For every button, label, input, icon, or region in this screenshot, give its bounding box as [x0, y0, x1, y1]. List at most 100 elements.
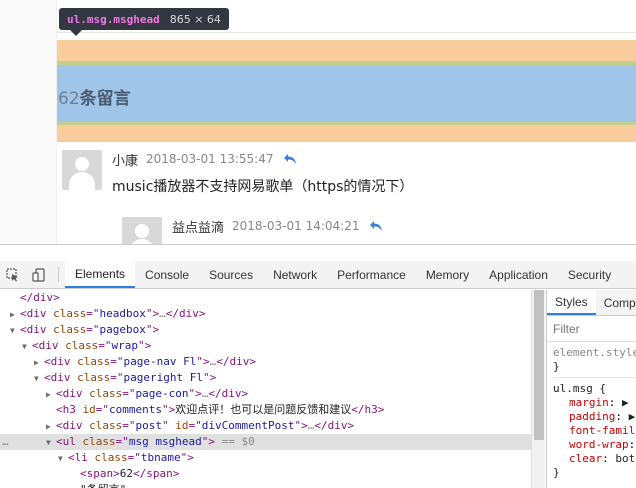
collapse-triangle-icon[interactable]: ▼: [46, 435, 56, 451]
tab-memory[interactable]: Memory: [416, 261, 479, 288]
dom-node[interactable]: ▼ <li class="tbname">: [0, 450, 531, 466]
styles-filter-input[interactable]: [553, 321, 633, 336]
dom-token: ">: [202, 371, 217, 384]
dom-token: msg msghead: [128, 435, 202, 448]
inspector-tooltip-dimensions: 865 × 64: [169, 12, 221, 26]
dom-token: wrap: [111, 339, 139, 352]
dom-token: </div>: [165, 307, 206, 320]
dom-node-selected[interactable]: … ▼ <ul class="msg msghead"> == $0: [0, 434, 531, 450]
styles-pane: Styles Comp element.style } ul.msg { mar…: [546, 290, 636, 488]
dom-token: pageright Fl: [123, 371, 203, 384]
dom-token: <li: [68, 451, 95, 464]
dom-token: id: [175, 419, 189, 432]
dom-node[interactable]: ▶ <div class="page-con">…</div>: [0, 386, 531, 402]
collapse-triangle-icon[interactable]: ▼: [22, 339, 32, 355]
expand-triangle-icon[interactable]: ▶: [34, 355, 44, 371]
dom-token: =": [115, 435, 129, 448]
dom-token: == $0: [214, 435, 255, 448]
css-property-name: margin: [569, 396, 609, 409]
elements-scrollbar[interactable]: [531, 290, 545, 488]
dom-token: ">: [188, 387, 202, 400]
rule-close-brace: }: [553, 360, 560, 373]
dom-token: ": [162, 419, 176, 432]
tab-elements[interactable]: Elements: [65, 261, 136, 288]
collapse-triangle-icon[interactable]: ▼: [34, 371, 44, 387]
dom-token: =": [122, 419, 136, 432]
css-property[interactable]: padding: ▶: [553, 410, 636, 424]
collapse-triangle-icon[interactable]: ▼: [10, 323, 20, 339]
dom-token: divCommentPost: [201, 419, 295, 432]
dom-token: class: [82, 435, 116, 448]
dom-token: </div>: [20, 291, 60, 304]
collapse-triangle-icon[interactable]: ▼: [58, 451, 68, 467]
css-property[interactable]: clear: bot: [553, 452, 636, 466]
element-style-selector: element.style: [553, 346, 636, 359]
expand-triangle-icon[interactable]: ▶: [46, 387, 56, 403]
toolbar-separator: [58, 267, 59, 282]
inspect-element-button[interactable]: [0, 261, 26, 288]
dom-token: 62: [119, 467, 133, 480]
dom-token: =": [86, 307, 100, 320]
comment-user[interactable]: 小康: [112, 150, 138, 169]
elements-scrollbar-thumb[interactable]: [534, 290, 544, 440]
dom-node[interactable]: ▼ <div class="pageright Fl">: [0, 370, 531, 386]
css-property[interactable]: font-famil:: [553, 424, 636, 438]
dom-node[interactable]: ▶ <div class="post" id="divCommentPost">……: [0, 418, 531, 434]
expand-triangle-icon[interactable]: ▶: [46, 419, 56, 435]
dom-token: =": [110, 371, 124, 384]
dom-node[interactable]: ▼ <div class="pagebox">: [0, 322, 531, 338]
styles-filter: [547, 316, 636, 342]
tab-network[interactable]: Network: [263, 261, 327, 288]
css-property[interactable]: word-wrap:: [553, 438, 636, 452]
css-colon: :: [628, 438, 636, 451]
tab-computed[interactable]: Comp: [596, 290, 636, 315]
css-property-name: clear: [569, 452, 603, 465]
dom-node[interactable]: ▶ <div class="page-nav Fl">…</div>: [0, 354, 531, 370]
dom-node[interactable]: </div>: [0, 290, 531, 306]
dom-token: </div>: [314, 419, 355, 432]
dom-token: class: [77, 371, 111, 384]
rule-close-brace: }: [553, 466, 560, 479]
dom-token: <div: [44, 355, 78, 368]
css-rule-properties: margin: ▶ 2padding: ▶font-famil: word-wr…: [553, 396, 636, 466]
dom-node[interactable]: ▶ <div class="headbox">…</div>: [0, 306, 531, 322]
dom-token: =": [122, 387, 136, 400]
dom-node[interactable]: <span>62</span>: [0, 466, 531, 482]
dom-token: page-nav Fl: [123, 355, 197, 368]
css-colon: :: [608, 396, 622, 409]
tab-performance[interactable]: Performance: [327, 261, 416, 288]
node-actions-icon[interactable]: …: [2, 434, 9, 450]
dom-token: "条留言": [80, 483, 126, 488]
inspect-cursor-icon: [6, 267, 18, 281]
css-rule: ul.msg { margin: ▶ 2padding: ▶font-famil…: [553, 382, 636, 480]
expand-triangle-icon[interactable]: ▶: [10, 307, 20, 323]
dom-node[interactable]: "条留言": [0, 482, 531, 488]
tab-console[interactable]: Console: [135, 261, 199, 288]
dom-token: =": [188, 419, 202, 432]
dom-token: tbname: [140, 451, 181, 464]
dom-node[interactable]: <h3 id="comments">欢迎点评！也可以是问题反馈和建议</h3>: [0, 402, 531, 418]
reply-icon[interactable]: [283, 153, 297, 165]
devtools-resize-strip[interactable]: [0, 245, 636, 261]
dom-token: =": [95, 403, 109, 416]
tab-application[interactable]: Application: [479, 261, 558, 288]
elements-dom-tree[interactable]: </div> ▶ <div class="headbox">…</div> ▼ <div…: [0, 290, 531, 488]
dom-token: =": [127, 451, 141, 464]
device-toolbar-button[interactable]: [26, 261, 52, 288]
tab-styles[interactable]: Styles: [547, 290, 596, 315]
tab-security[interactable]: Security: [558, 261, 621, 288]
tab-sources[interactable]: Sources: [199, 261, 263, 288]
comment-user[interactable]: 益点益滴: [172, 217, 224, 236]
dom-node[interactable]: ▼ <div class="wrap">: [0, 338, 531, 354]
dom-token: class: [53, 307, 87, 320]
css-property[interactable]: margin: ▶ 2: [553, 396, 636, 410]
comment-count: 62: [58, 89, 80, 109]
element-style-rule: element.style }: [553, 346, 636, 378]
dom-token: class: [77, 355, 111, 368]
dom-token: <div: [20, 323, 54, 336]
devtools-panel: Elements Console Sources Network Perform…: [0, 244, 636, 488]
reply-icon[interactable]: [369, 220, 383, 232]
styles-pane-tabs: Styles Comp: [547, 290, 636, 316]
dom-token: =": [86, 323, 100, 336]
page-side-gutter: [0, 0, 57, 244]
